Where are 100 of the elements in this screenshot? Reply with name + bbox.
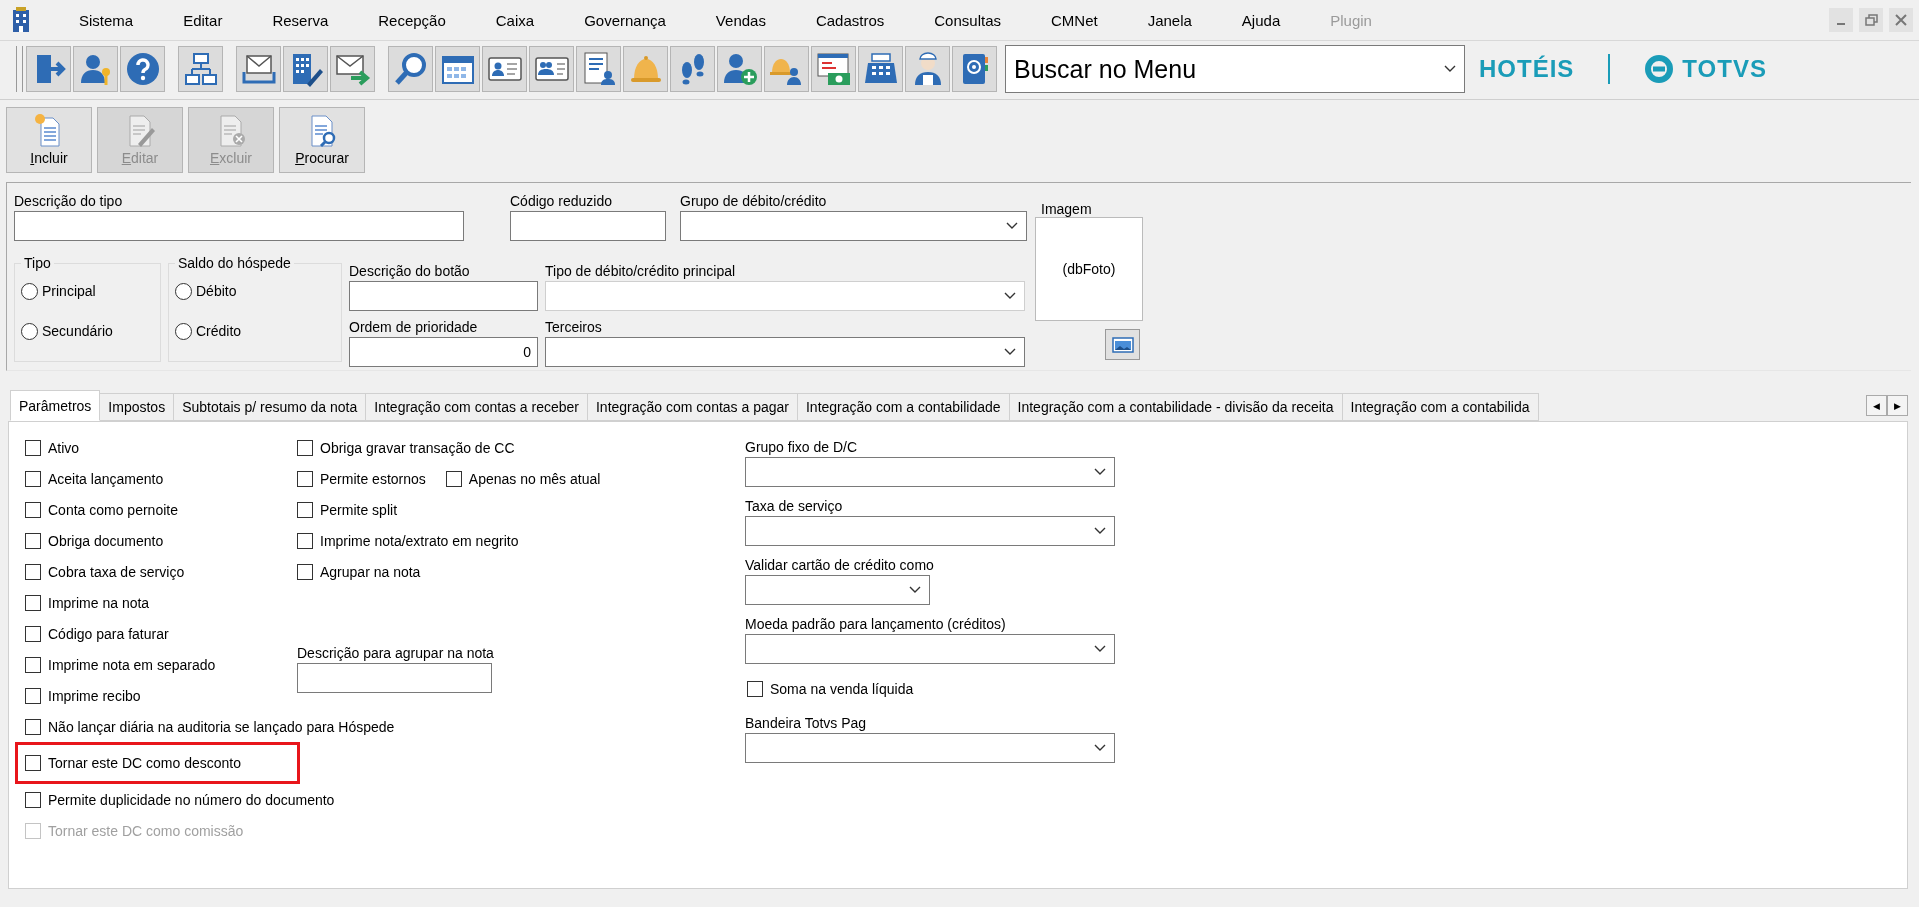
checkbox[interactable] <box>25 625 41 642</box>
chevron-down-icon <box>909 586 921 594</box>
checkbox-label: Permite duplicidade no número do documento <box>48 791 335 808</box>
toolbar-button[interactable] <box>388 46 433 92</box>
toolbar-button[interactable] <box>120 46 165 92</box>
toolbar-grip[interactable] <box>16 46 23 92</box>
menu-item[interactable]: Caixa <box>495 11 535 29</box>
checkbox[interactable] <box>25 532 41 549</box>
menu-item[interactable]: Consultas <box>934 11 1001 29</box>
checkbox[interactable] <box>25 718 41 735</box>
tab[interactable]: Parâmetros <box>10 390 101 421</box>
help-icon <box>124 51 161 87</box>
menu-item[interactable]: Editar <box>183 11 223 29</box>
toolbar-button[interactable] <box>858 46 903 92</box>
toolbar-button[interactable] <box>529 46 574 92</box>
toolbar-button[interactable] <box>236 46 281 92</box>
toolbar-button[interactable] <box>952 46 997 92</box>
tab[interactable]: Integração com contas a pagar <box>587 393 798 421</box>
image-field[interactable]: (dbFoto) <box>1035 217 1143 321</box>
checkbox-label: Permite estornos <box>320 470 426 487</box>
toolbar-button[interactable] <box>576 46 621 92</box>
toolbar-button[interactable] <box>435 46 480 92</box>
checkbox[interactable] <box>25 687 41 704</box>
tab[interactable]: Integração com a contabilidade - divisão da receita <box>1009 393 1343 421</box>
dropdown[interactable] <box>745 516 1115 546</box>
toolbar-button[interactable] <box>330 46 375 92</box>
checkbox[interactable] <box>25 501 41 518</box>
tab[interactable]: Integração com a contabilidade <box>797 393 1010 421</box>
window-money-icon <box>815 51 852 87</box>
text-field[interactable] <box>14 211 464 241</box>
checkbox-label: Código para faturar <box>48 625 169 642</box>
menu-item[interactable]: Vendas <box>715 11 766 29</box>
toolbar-button[interactable] <box>178 46 223 92</box>
menu-item[interactable]: Sistema <box>79 11 134 29</box>
number-field[interactable]: 0 <box>349 337 538 367</box>
radio-button[interactable] <box>175 322 192 340</box>
checkbox[interactable] <box>25 594 41 611</box>
checkbox[interactable] <box>297 439 313 456</box>
field-label: Terceiros <box>545 318 603 337</box>
toolbar-button[interactable] <box>670 46 715 92</box>
checkbox[interactable] <box>747 680 763 697</box>
toolbar-button[interactable] <box>26 46 71 92</box>
dropdown[interactable] <box>745 457 1115 487</box>
tab-scroll-button[interactable]: ▶ <box>1887 395 1908 416</box>
toolbar-button[interactable] <box>764 46 809 92</box>
checkbox[interactable] <box>25 563 41 580</box>
tab[interactable]: Impostos <box>100 393 175 421</box>
action-button[interactable]: Incluir <box>6 107 92 173</box>
tab[interactable]: Integração com contas a receber <box>366 393 588 421</box>
checkbox[interactable] <box>297 563 313 580</box>
checkbox[interactable] <box>25 791 41 808</box>
checkbox-label: Não lançar diária na auditoria se lançado para Hóspede <box>48 718 395 735</box>
menu-item[interactable]: Ajuda <box>1241 11 1281 29</box>
text-field[interactable] <box>349 281 538 311</box>
checkbox[interactable] <box>445 470 462 487</box>
menu-item[interactable]: Governança <box>584 11 666 29</box>
dropdown[interactable] <box>545 337 1025 367</box>
text-field[interactable] <box>510 211 666 241</box>
toolbar-button[interactable] <box>905 46 950 92</box>
toolbar-button[interactable] <box>482 46 527 92</box>
tab[interactable]: Subtotais p/ resumo da nota <box>174 393 367 421</box>
chevron-down-icon <box>1094 527 1106 535</box>
radio-button[interactable] <box>21 322 38 340</box>
radio-button[interactable] <box>21 282 38 300</box>
checkbox[interactable] <box>297 532 313 549</box>
minimize-icon[interactable] <box>1829 8 1853 32</box>
checkbox[interactable] <box>297 470 313 487</box>
toolbar-button[interactable] <box>717 46 762 92</box>
field-label: Ordem de prioridade <box>349 318 479 337</box>
toolbar-button[interactable] <box>73 46 118 92</box>
action-button[interactable]: Procurar <box>279 107 365 173</box>
radio-button[interactable] <box>175 282 192 300</box>
menu-item[interactable]: CMNet <box>1051 11 1098 29</box>
text-field[interactable] <box>297 663 492 693</box>
tab[interactable]: Integração com a contabilida <box>1342 393 1539 421</box>
checkbox-label: Imprime nota/extrato em negrito <box>320 532 519 549</box>
image-button[interactable] <box>1105 329 1140 360</box>
menu-item[interactable]: Cadastros <box>815 11 885 29</box>
dropdown[interactable] <box>680 211 1027 241</box>
toolbar-button[interactable] <box>811 46 856 92</box>
close-icon[interactable] <box>1889 8 1913 32</box>
checkbox-label: Conta como pernoite <box>48 501 178 518</box>
field-label: Bandeira Totvs Pag <box>745 714 868 733</box>
checkbox[interactable] <box>25 470 41 487</box>
chevron-down-icon <box>1094 744 1106 752</box>
menu-item[interactable]: Janela <box>1147 11 1192 29</box>
toolbar-button[interactable] <box>283 46 328 92</box>
dropdown[interactable] <box>745 575 930 605</box>
dropdown[interactable] <box>745 733 1115 763</box>
checkbox[interactable] <box>297 501 313 518</box>
menu-item[interactable]: Reserva <box>272 11 329 29</box>
checkbox[interactable] <box>25 439 41 456</box>
search-combo[interactable]: Buscar no Menu <box>1005 45 1465 93</box>
checkbox-label: Imprime nota em separado <box>48 656 216 673</box>
checkbox[interactable] <box>25 755 41 771</box>
tab-scroll-button[interactable]: ◀ <box>1866 395 1887 416</box>
field-label: Grupo fixo de D/C <box>745 438 859 457</box>
dropdown[interactable] <box>745 634 1115 664</box>
menu-item[interactable]: Recepção <box>378 11 446 29</box>
checkbox[interactable] <box>25 656 41 673</box>
